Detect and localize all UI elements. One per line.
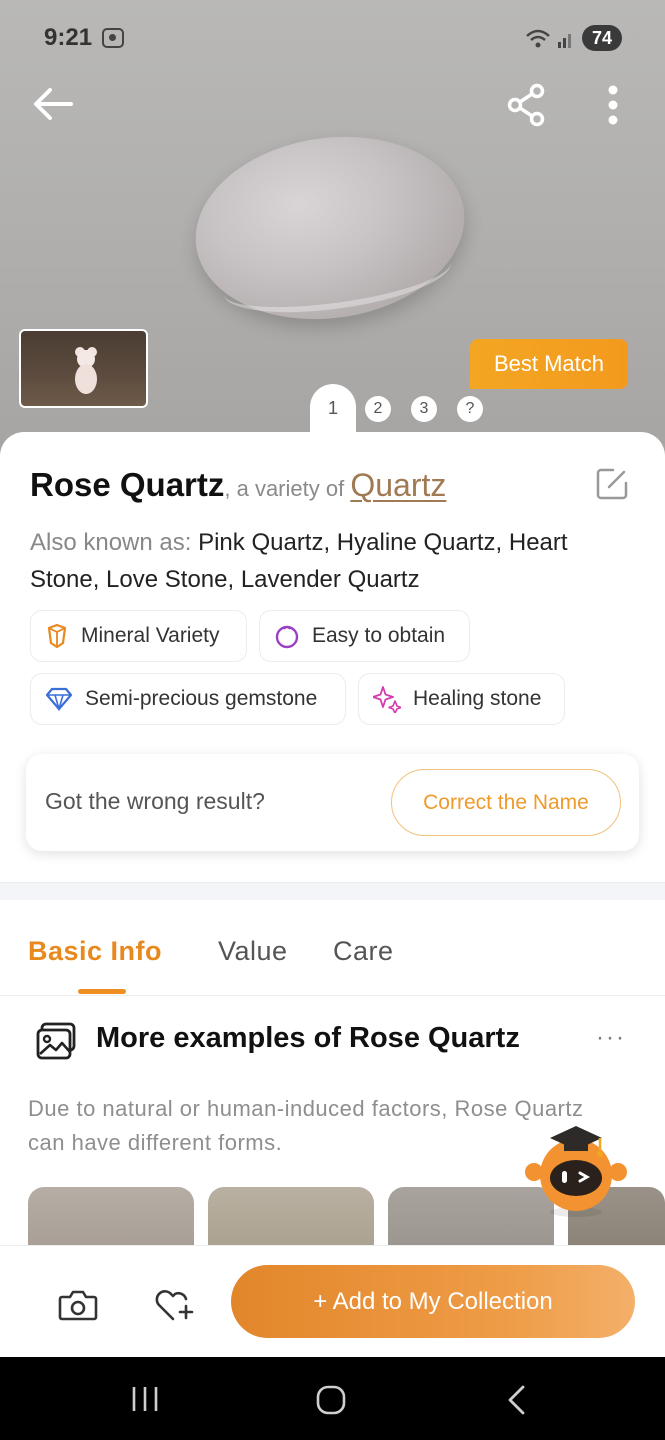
camera-icon (58, 1290, 98, 1321)
screen-record-icon (102, 28, 124, 48)
example-image-1[interactable] (28, 1187, 194, 1247)
info-tabs: Basic Info Value Care (0, 920, 665, 996)
tag-label: Healing stone (413, 687, 542, 710)
tab-value[interactable]: Value (218, 936, 288, 967)
result-name: Rose Quartz (30, 466, 225, 503)
page-1-tab[interactable]: 1 (310, 384, 356, 434)
status-time: 9:21 (44, 24, 93, 51)
signal-icon (524, 26, 574, 57)
edit-icon (596, 468, 628, 500)
rose-quartz-stone-image (183, 120, 477, 336)
share-button[interactable] (502, 80, 552, 130)
camera-button[interactable] (56, 1283, 100, 1327)
heart-plus-icon (155, 1290, 194, 1321)
system-nav-bar (0, 1357, 665, 1440)
image-pager[interactable]: 1 2 3 ? (310, 384, 510, 434)
best-match-badge: Best Match (470, 339, 628, 389)
wrong-result-prompt: Got the wrong result? (45, 788, 265, 814)
add-favorite-button[interactable] (152, 1283, 196, 1327)
user-photo-thumbnail[interactable] (19, 329, 148, 408)
status-bar: 9:21 74 (0, 0, 665, 78)
back-button[interactable] (28, 82, 78, 126)
gem-crystal-icon (47, 623, 67, 649)
example-image-2[interactable] (208, 1187, 374, 1247)
section-divider (0, 882, 665, 900)
tab-basic-info[interactable]: Basic Info (28, 936, 162, 967)
page-2-tab[interactable]: 2 (365, 396, 391, 422)
section-more-button[interactable]: ··· (596, 1024, 626, 1052)
recent-apps-icon[interactable] (130, 1385, 160, 1413)
share-icon (507, 83, 545, 127)
home-icon[interactable] (315, 1384, 347, 1416)
edit-button[interactable] (594, 466, 630, 502)
active-tab-indicator (78, 989, 126, 994)
more-vertical-icon (608, 85, 618, 125)
bear-figurine-image (75, 347, 97, 394)
examples-description: Due to natural or human-induced factors,… (28, 1096, 584, 1155)
tag-label: Semi-precious gemstone (85, 687, 318, 710)
correct-name-button[interactable]: Correct the Name (391, 769, 621, 836)
tag-label: Easy to obtain (312, 624, 446, 647)
examples-section-title: More examples of Rose Quartz (96, 1022, 520, 1054)
wrong-result-card: Got the wrong result? Correct the Name (26, 754, 639, 851)
parent-mineral-link[interactable]: Quartz (350, 467, 446, 503)
assistant-mascot-icon[interactable] (520, 1120, 630, 1220)
more-options-button[interactable] (596, 80, 630, 130)
tab-care[interactable]: Care (333, 936, 394, 967)
back-nav-icon[interactable] (505, 1384, 529, 1416)
tag-mineral-variety[interactable]: Mineral Variety (30, 610, 247, 662)
tag-healing-stone[interactable]: Healing stone (358, 673, 565, 725)
variety-text: , a variety of (224, 476, 351, 501)
battery-indicator: 74 (582, 25, 622, 51)
sparkle-icon (373, 686, 401, 713)
page-help-tab[interactable]: ? (457, 396, 483, 422)
diamond-icon (45, 687, 73, 711)
tag-semi-precious[interactable]: Semi-precious gemstone (30, 673, 346, 725)
ring-icon (275, 625, 299, 649)
also-known-as: Also known as: Pink Quartz, Hyaline Quar… (30, 524, 590, 598)
image-gallery-icon (36, 1022, 76, 1060)
aka-label: Also known as: (30, 529, 199, 556)
add-to-collection-button[interactable]: + Add to My Collection (231, 1265, 635, 1338)
back-arrow-icon (34, 88, 73, 120)
tag-easy-to-obtain[interactable]: Easy to obtain (259, 610, 470, 662)
result-title: Rose Quartz, a variety of Quartz (30, 466, 446, 504)
page-3-tab[interactable]: 3 (411, 396, 437, 422)
tag-label: Mineral Variety (81, 624, 220, 647)
